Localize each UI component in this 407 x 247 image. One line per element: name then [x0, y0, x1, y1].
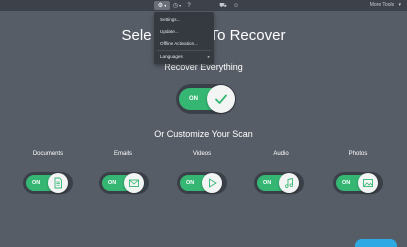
category-label-documents: Documents: [32, 151, 64, 157]
toggle-state-label: ON: [186, 180, 195, 186]
top-toolbar: ⚙ ▾ ◷ ▾ ? ⛟ ☺ More Tools ▾: [0, 0, 407, 11]
toggle-state-label: ON: [32, 180, 41, 186]
audio-toggle[interactable]: ON: [254, 172, 304, 194]
menu-item-offline-activation[interactable]: Offline Activation...: [154, 38, 214, 50]
more-tools-label: More Tools: [369, 2, 395, 8]
menu-item-languages[interactable]: Languages: [154, 51, 214, 63]
category-label-videos: Videos: [192, 151, 212, 157]
emails-toggle[interactable]: ON: [99, 172, 149, 194]
page-title-left: Sele: [121, 27, 152, 44]
user-icon: ☺: [232, 2, 240, 9]
question-icon: ?: [187, 2, 191, 9]
category-label-photos: Photos: [348, 151, 368, 157]
toolbar-right-group: ⛟ ☺: [216, 1, 242, 10]
customize-scan-label: Or Customize Your Scan: [154, 129, 253, 139]
music-note-icon: [279, 173, 299, 193]
settings-dropdown-menu: Settings... Update... Offline Activation…: [154, 12, 214, 64]
clock-icon: ◷: [172, 3, 179, 9]
toggle-state-label: ON: [263, 180, 272, 186]
chevron-down-icon: ▾: [398, 2, 401, 8]
help-button[interactable]: ?: [184, 1, 194, 10]
history-button[interactable]: ◷ ▾: [170, 1, 184, 10]
page-title-right: To Recover: [209, 27, 286, 44]
toggle-state-label: ON: [108, 180, 117, 186]
scan-button[interactable]: [355, 239, 397, 247]
category-label-audio: Audio: [273, 151, 289, 157]
category-label-emails: Emails: [113, 151, 132, 157]
email-icon: [124, 173, 144, 193]
menu-item-update[interactable]: Update...: [154, 26, 214, 38]
play-icon: [202, 173, 222, 193]
checkmark-icon: [207, 85, 235, 113]
cart-button[interactable]: ⛟: [216, 1, 230, 10]
settings-menu-button[interactable]: ⚙ ▾: [154, 1, 170, 10]
photos-toggle[interactable]: ON: [333, 172, 383, 194]
account-button[interactable]: ☺: [230, 1, 242, 10]
cart-icon: ⛟: [219, 2, 227, 9]
toggle-state-label: ON: [189, 96, 198, 102]
videos-toggle[interactable]: ON: [177, 172, 227, 194]
image-icon: [358, 173, 378, 193]
chevron-down-icon: ▾: [164, 3, 167, 8]
toolbar-left-group: ⚙ ▾ ◷ ▾ ?: [154, 1, 194, 10]
toggle-state-label: ON: [342, 180, 351, 186]
recover-everything-toggle[interactable]: ON: [176, 84, 236, 114]
chevron-down-icon: ▾: [179, 3, 182, 8]
document-icon: [48, 173, 68, 193]
menu-item-settings[interactable]: Settings...: [154, 14, 214, 26]
gear-icon: ⚙: [157, 3, 164, 9]
documents-toggle[interactable]: ON: [23, 172, 73, 194]
more-tools-button[interactable]: More Tools ▾: [370, 2, 401, 8]
